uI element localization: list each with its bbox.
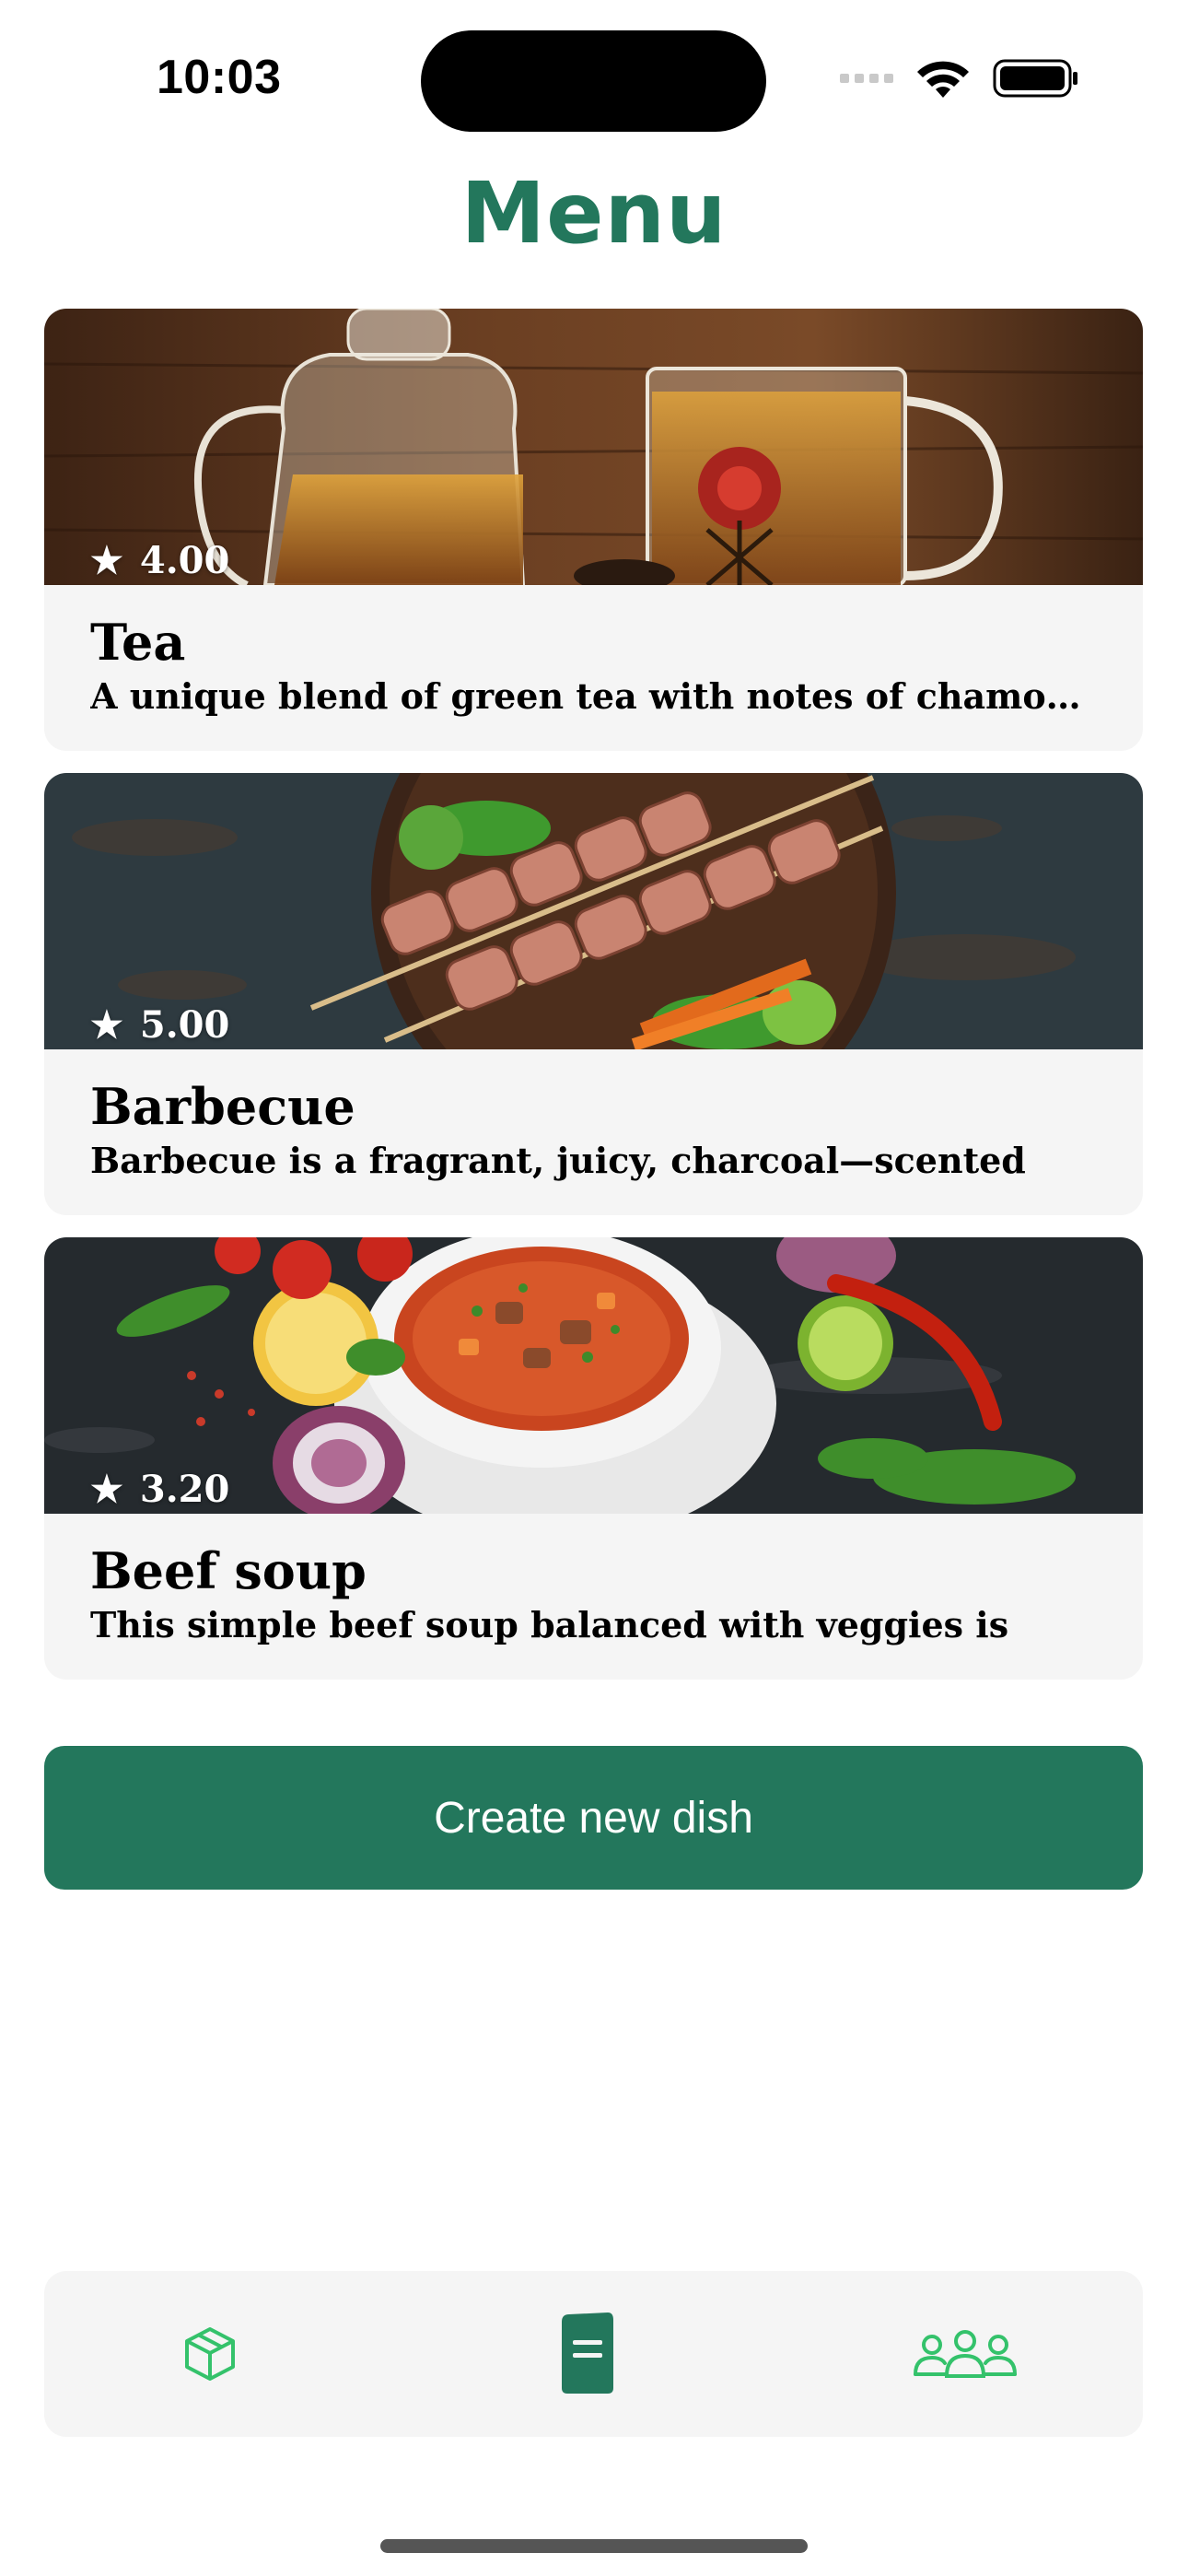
star-icon: ★ — [90, 538, 123, 582]
dish-card-barbecue[interactable]: ★ 5.00 Barbecue Barbecue is a fragrant, … — [44, 773, 1143, 1215]
star-icon: ★ — [90, 1467, 123, 1511]
rating-value: 3.20 — [139, 1468, 230, 1511]
tab-products[interactable] — [155, 2271, 265, 2437]
screen: 10:03 Menu ★ 4.00 Tea A unique blend of … — [0, 0, 1188, 2576]
dish-card-beef-soup[interactable]: ★ 3.20 Beef soup This simple beef soup b… — [44, 1237, 1143, 1680]
star-icon: ★ — [90, 1002, 123, 1047]
dynamic-island — [421, 30, 766, 132]
dish-name: Barbecue — [90, 1077, 355, 1136]
home-indicator[interactable] — [380, 2539, 808, 2553]
dish-card-tea[interactable]: ★ 4.00 Tea A unique blend of green tea w… — [44, 309, 1143, 751]
book-icon — [562, 2313, 613, 2394]
dish-description: Barbecue is a fragrant, juicy, charcoal—… — [90, 1140, 1026, 1181]
rating-value: 5.00 — [139, 1003, 230, 1047]
rating: ★ 5.00 — [90, 1003, 229, 1047]
battery-icon — [993, 59, 1077, 98]
status-icons — [840, 57, 1079, 100]
page-title: Menu — [460, 164, 728, 263]
dish-name: Tea — [90, 613, 186, 672]
dish-description: A unique blend of green tea with notes o… — [90, 675, 1097, 717]
dish-description: This simple beef soup balanced with vegg… — [90, 1604, 1009, 1645]
dish-name: Beef soup — [90, 1541, 367, 1600]
people-icon — [914, 2330, 1017, 2378]
rating: ★ 3.20 — [90, 1468, 229, 1511]
tab-team[interactable] — [873, 2271, 1057, 2437]
rating: ★ 4.00 — [90, 539, 229, 582]
status-time: 10:03 — [157, 51, 282, 104]
tab-bar — [44, 2271, 1143, 2437]
create-new-dish-button[interactable]: Create new dish — [44, 1746, 1143, 1890]
tab-menu[interactable] — [532, 2271, 643, 2437]
cube-icon — [185, 2327, 235, 2381]
cellular-signal-icon — [840, 74, 893, 83]
rating-value: 4.00 — [139, 539, 230, 582]
wifi-icon — [917, 61, 969, 98]
